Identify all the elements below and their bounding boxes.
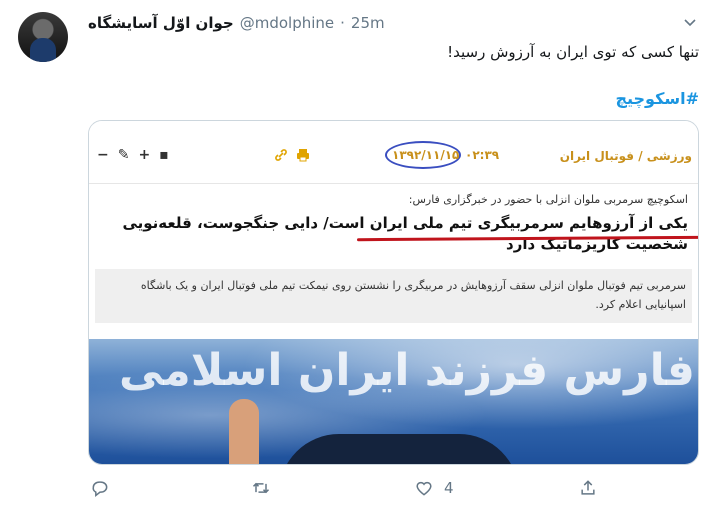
minus-icon: − bbox=[97, 147, 109, 163]
separator-dot: · bbox=[340, 14, 345, 32]
like-count: 4 bbox=[444, 479, 454, 497]
article-lead: سرمربی تیم فوتبال ملوان انزلی سقف آرزوها… bbox=[140, 279, 686, 311]
link-icon bbox=[273, 147, 289, 167]
media-image[interactable]: − ✎ + ▪ ۱۳۹۲/۱۱/۱۵ ۰۲:۳۹ ورزشی / فوتبال … bbox=[88, 120, 699, 465]
tweet-text: تنها کسی که توی ایران به آرزوش رسید! bbox=[447, 43, 699, 61]
retweet-button[interactable] bbox=[251, 478, 281, 498]
printer-icon bbox=[295, 147, 311, 167]
photo-banner-text: فارس فرزند ایران اسلامی bbox=[119, 345, 695, 396]
article-toolbar: − ✎ + ▪ ۱۳۹۲/۱۱/۱۵ ۰۲:۳۹ ورزشی / فوتبال … bbox=[89, 121, 698, 185]
article-lead-box: سرمربی تیم فوتبال ملوان انزلی سقف آرزوها… bbox=[95, 269, 692, 323]
tweet-time[interactable]: 25m bbox=[351, 14, 385, 32]
raised-hand bbox=[229, 399, 259, 464]
message-icon: ▪ bbox=[159, 147, 169, 163]
article-date: ۱۳۹۲/۱۱/۱۵ bbox=[392, 148, 460, 162]
article-tools: − ✎ + ▪ bbox=[97, 147, 169, 163]
divider bbox=[89, 183, 698, 184]
tweet-actions: 4 bbox=[0, 472, 717, 508]
like-button[interactable]: 4 bbox=[414, 478, 454, 498]
tweet-header: جوان اوّل آسایشگاه @mdolphine · 25m bbox=[88, 14, 385, 32]
heart-icon bbox=[416, 481, 432, 496]
reply-icon bbox=[92, 481, 108, 498]
article-headline: یکی از آرزوهایم سرمربیگری تیم ملی ایران … bbox=[122, 214, 688, 253]
article-category: ورزشی / فوتبال ایران bbox=[559, 149, 692, 163]
chevron-down-icon[interactable] bbox=[682, 14, 698, 30]
reply-button[interactable] bbox=[90, 478, 120, 498]
avatar[interactable] bbox=[18, 12, 68, 62]
user-handle[interactable]: @mdolphine bbox=[240, 14, 334, 32]
pencil-icon: ✎ bbox=[117, 147, 130, 163]
hashtag-link[interactable]: #اسکوچیچ bbox=[615, 89, 699, 108]
share-icon bbox=[581, 480, 595, 495]
plus-icon: + bbox=[138, 147, 151, 163]
person-silhouette bbox=[279, 434, 519, 464]
article-kicker: اسکوچیچ سرمربی ملوان انزلی با حضور در خب… bbox=[408, 193, 688, 206]
share-button[interactable] bbox=[578, 478, 598, 498]
article-time: ۰۲:۳۹ bbox=[465, 148, 500, 162]
retweet-icon bbox=[252, 482, 270, 494]
article-photo: فارس فرزند ایران اسلامی bbox=[89, 339, 698, 464]
display-name[interactable]: جوان اوّل آسایشگاه bbox=[88, 14, 234, 32]
